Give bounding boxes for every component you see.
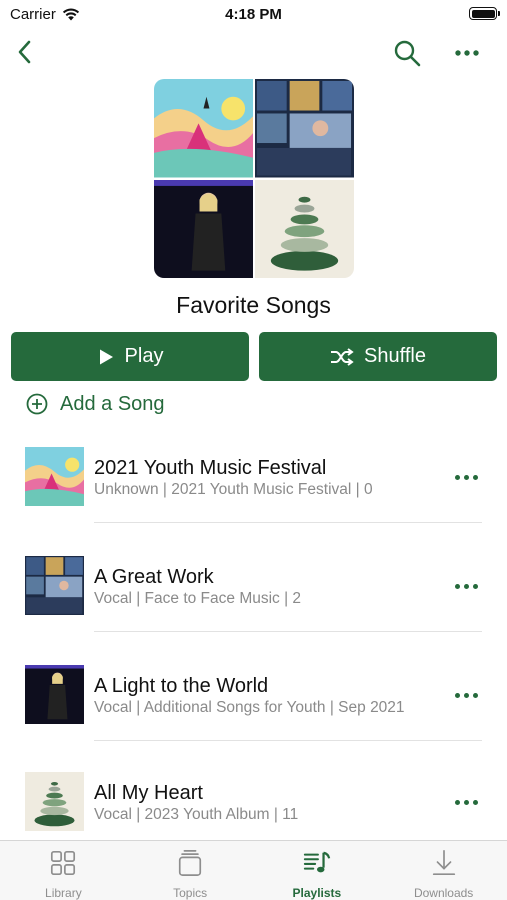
song-row[interactable]: 2021 Youth Music Festival Unknown | 2021…: [0, 432, 507, 541]
tab-label: Downloads: [413, 886, 474, 900]
song-more-button[interactable]: [452, 685, 480, 705]
playlist-icon: [303, 851, 331, 873]
playlist-cover-collage: [154, 79, 354, 278]
tab-label: Library: [45, 886, 82, 900]
tab-label: Topics: [173, 886, 208, 900]
divider: [94, 631, 482, 632]
navigation-bar: [0, 30, 507, 74]
tab-playlists[interactable]: Playlists: [254, 841, 381, 900]
add-song-button[interactable]: Add a Song: [26, 391, 165, 417]
battery-icon: [469, 7, 500, 20]
status-time: 4:18 PM: [225, 6, 282, 23]
tab-library[interactable]: Library: [0, 841, 127, 900]
shuffle-icon: [331, 347, 354, 366]
plus-circle-icon: [26, 393, 48, 415]
song-artwork: [25, 665, 84, 724]
song-row[interactable]: A Light to the World Vocal | Additional …: [0, 650, 507, 759]
song-more-button[interactable]: [452, 467, 480, 487]
download-icon: [432, 850, 455, 876]
shuffle-label: Shuffle: [364, 345, 426, 367]
play-icon: [99, 349, 113, 364]
song-subtitle: Unknown | 2021 Youth Music Festival | 0: [94, 481, 373, 498]
stack-icon: [179, 850, 202, 876]
play-button[interactable]: Play: [11, 332, 249, 381]
song-subtitle: Vocal | Additional Songs for Youth | Sep…: [94, 699, 405, 716]
song-artwork: [25, 447, 84, 506]
playlist-title: Favorite Songs: [176, 292, 331, 318]
grid-icon: [51, 850, 76, 876]
shuffle-button[interactable]: Shuffle: [259, 332, 497, 381]
song-more-button[interactable]: [452, 576, 480, 596]
song-subtitle: Vocal | 2023 Youth Album | 11: [94, 806, 299, 823]
status-bar: Carrier 4:18 PM: [0, 0, 507, 28]
song-title: A Light to the World: [94, 675, 269, 697]
tab-topics[interactable]: Topics: [127, 841, 254, 900]
tab-label: Playlists: [292, 886, 342, 900]
song-title: 2021 Youth Music Festival: [94, 457, 327, 479]
song-more-button[interactable]: [452, 792, 480, 812]
song-artwork: [25, 772, 84, 831]
song-artwork: [25, 556, 84, 615]
add-song-label: Add a Song: [60, 392, 165, 415]
cover-tile-festival: [154, 79, 253, 178]
song-subtitle: Vocal | Face to Face Music | 2: [94, 590, 302, 607]
song-row[interactable]: A Great Work Vocal | Face to Face Music …: [0, 541, 507, 650]
play-label: Play: [124, 345, 164, 367]
song-title: All My Heart: [94, 782, 203, 804]
cover-tile-video-call: [255, 79, 354, 178]
tab-downloads[interactable]: Downloads: [380, 841, 507, 900]
divider: [94, 740, 482, 741]
cover-tile-stones: [255, 179, 354, 278]
divider: [94, 522, 482, 523]
ellipsis-icon[interactable]: [452, 38, 482, 68]
chevron-left-icon[interactable]: [12, 38, 40, 66]
cover-tile-singer: [154, 179, 253, 278]
search-icon[interactable]: [392, 38, 422, 68]
tab-bar: Library Topics Playlists Downloads: [0, 840, 507, 900]
song-title: A Great Work: [94, 566, 214, 588]
